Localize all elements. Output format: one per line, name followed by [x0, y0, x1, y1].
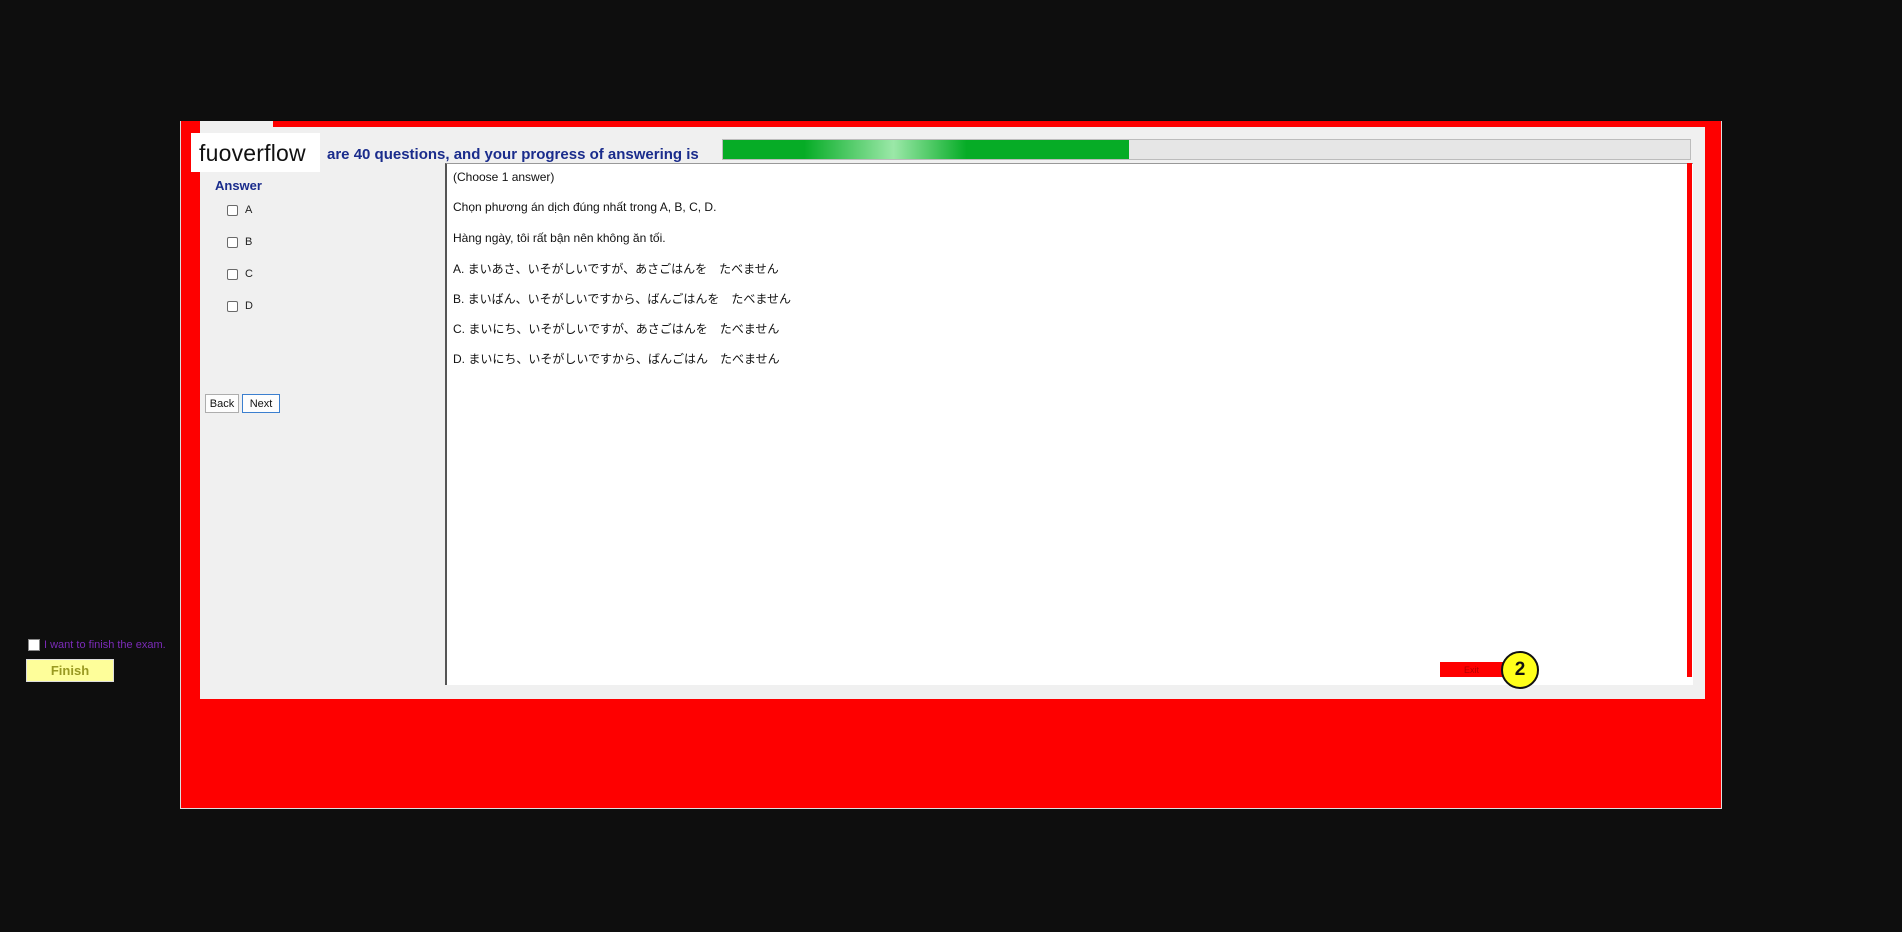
choice-c-text: C. まいにち、いそがしいですが、あさごはんを たべません — [453, 322, 780, 336]
option-b-label: B — [245, 236, 253, 248]
progress-text: are 40 questions, and your progress of a… — [327, 146, 699, 163]
progress-bar — [722, 139, 1691, 160]
question-sentence: Hàng ngày, tôi rất bận nên không ăn tối. — [453, 231, 666, 245]
finish-button[interactable]: Finish — [26, 659, 114, 682]
option-c-checkbox[interactable] — [227, 268, 238, 280]
back-button[interactable]: Back — [205, 394, 239, 413]
finish-checkbox[interactable] — [28, 639, 40, 651]
option-c[interactable]: C — [227, 266, 253, 282]
answer-label: Answer — [215, 178, 262, 193]
progress-fill — [723, 140, 1130, 159]
option-d-label: D — [245, 300, 253, 312]
next-button[interactable]: Next — [242, 394, 280, 413]
option-d[interactable]: D — [227, 298, 253, 314]
logo-box: fuoverflow — [191, 133, 320, 172]
option-b[interactable]: B — [227, 234, 252, 250]
option-a-label: A — [245, 204, 253, 216]
finish-checkbox-label: I want to finish the exam. — [44, 639, 166, 651]
option-c-label: C — [245, 268, 253, 280]
option-d-checkbox[interactable] — [227, 300, 238, 312]
option-a[interactable]: A — [227, 202, 252, 218]
exam-window: fuoverflow are 40 questions, and your pr… — [180, 121, 1722, 809]
exit-button[interactable]: Exit — [1438, 660, 1505, 679]
question-prompt: Chọn phương án dịch đúng nhất trong A, B… — [453, 200, 717, 214]
choice-b-text: B. まいばん、いそがしいですから、ばんごはんを たべません — [453, 292, 791, 306]
red-scroll-strip — [1687, 163, 1692, 677]
finish-confirm-row[interactable]: I want to finish the exam. — [28, 639, 166, 651]
option-b-checkbox[interactable] — [227, 236, 238, 248]
question-area[interactable]: (Choose 1 answer) Chọn phương án dịch đú… — [445, 163, 1693, 685]
question-instruction: (Choose 1 answer) — [453, 170, 555, 184]
answer-panel: Answer A B C D Back Next — [200, 169, 284, 691]
choice-a-text: A. まいあさ、いそがしいですが、あさごはんを たべません — [453, 262, 779, 276]
option-a-checkbox[interactable] — [227, 204, 238, 216]
logo: fuoverflow — [199, 140, 306, 166]
choice-d-text: D. まいにち、いそがしいですから、ばんごはん たべません — [453, 352, 780, 366]
step-badge: 2 — [1501, 651, 1539, 689]
